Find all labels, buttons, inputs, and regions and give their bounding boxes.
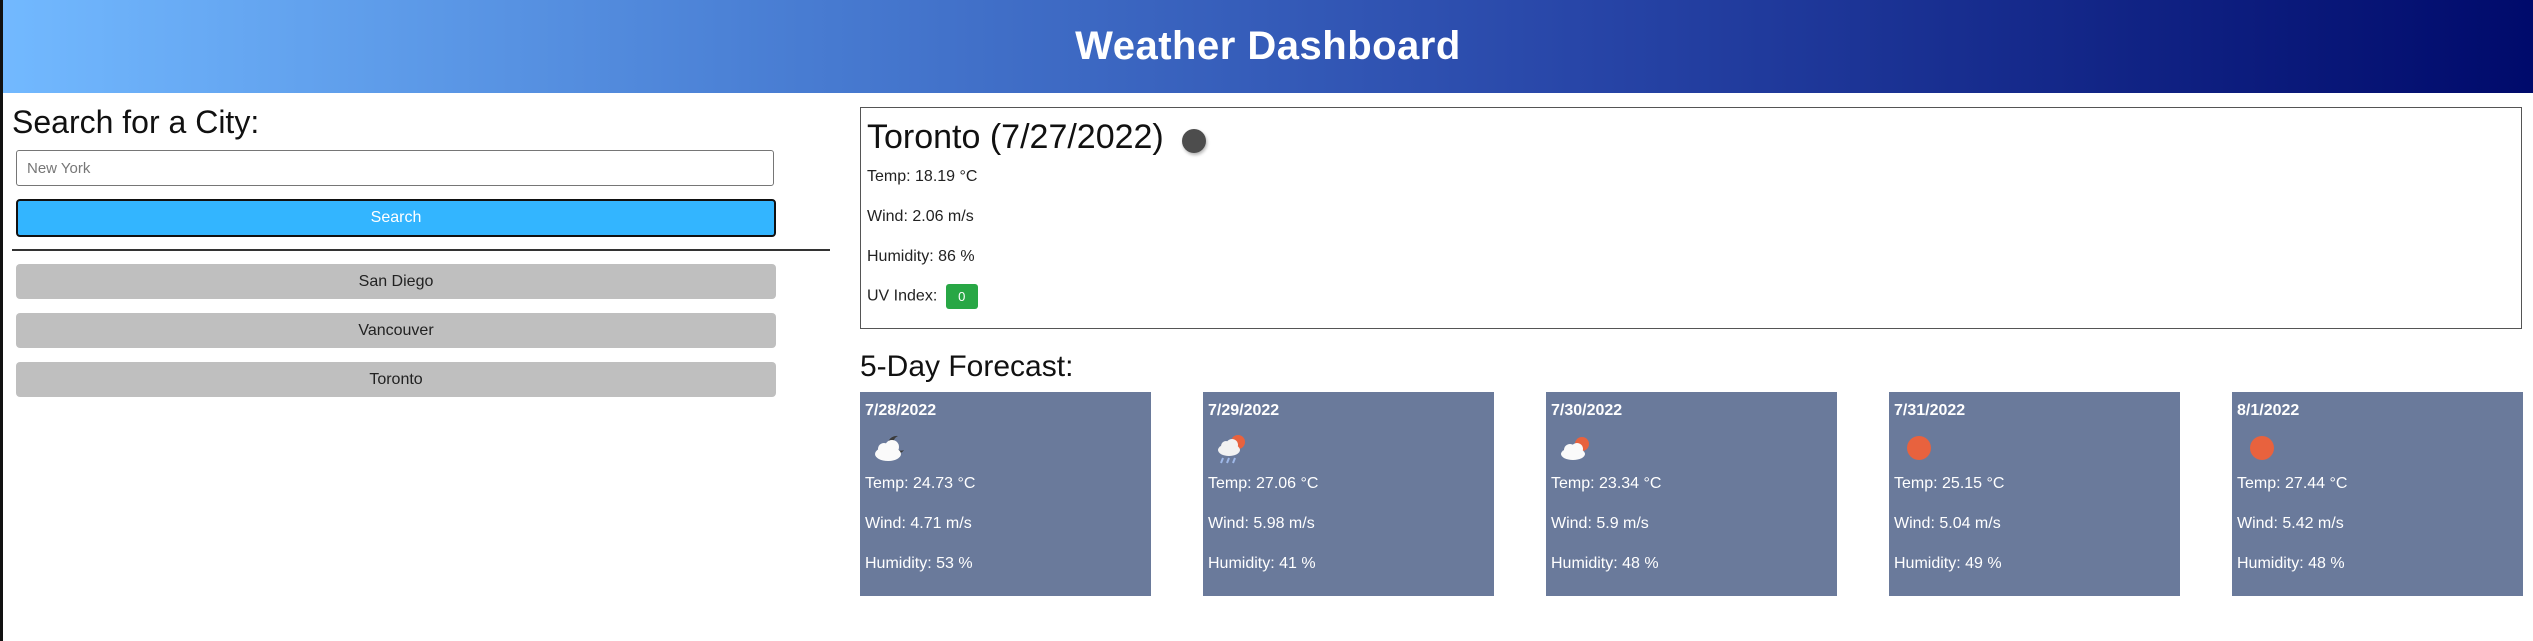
forecast-card: 7/31/2022 Temp: 25.15 °C Wind: 5.04 m/s … [1889,392,2180,596]
search-button[interactable]: Search [16,199,776,237]
forecast-card: 7/28/2022 Temp: 24.73 °C Wind: 4.71 m/s … [860,392,1151,596]
cloud-rain-sun-icon [1218,435,1245,464]
forecast-wind: Wind: 5.04 m/s [1894,515,2001,532]
forecast-humidity: Humidity: 48 % [2237,555,2345,572]
forecast-date: 7/31/2022 [1894,402,1966,419]
forecast-temp: Temp: 24.73 °C [865,475,976,492]
forecast-temp: Temp: 27.06 °C [1208,475,1319,492]
forecast-wind: Wind: 4.71 m/s [865,515,972,532]
current-temp: Temp: 18.19 °C [867,168,978,185]
forecast-humidity: Humidity: 49 % [1894,555,2002,572]
forecast-card: 8/1/2022 Temp: 27.44 °C Wind: 5.42 m/s H… [2232,392,2523,596]
cloud-sun-icon [1561,437,1589,460]
forecast-temp: Temp: 25.15 °C [1894,475,2005,492]
city-search-input[interactable] [16,150,774,186]
current-wind: Wind: 2.06 m/s [867,208,974,225]
history-button-toronto[interactable]: Toronto [16,362,776,397]
forecast-date: 7/30/2022 [1551,402,1623,419]
forecast-date: 7/28/2022 [865,402,937,419]
forecast-humidity: Humidity: 41 % [1208,555,1316,572]
forecast-temp: Temp: 23.34 °C [1551,475,1662,492]
cloudy-night-icon [875,435,904,461]
forecast-humidity: Humidity: 53 % [865,555,973,572]
sidebar-divider [12,249,830,251]
forecast-date: 7/29/2022 [1208,402,1280,419]
forecast-heading: 5-Day Forecast: [860,350,1074,383]
search-heading: Search for a City: [12,104,260,140]
window-edge [0,0,3,641]
uv-index-label: UV Index: [867,287,938,305]
current-weather-card: Toronto (7/27/2022) Temp: 18.19 °C Wind:… [860,107,2522,329]
forecast-wind: Wind: 5.42 m/s [2237,515,2344,532]
current-uv: UV Index: 0 [867,284,978,309]
sun-icon [1907,436,1931,460]
forecast-date: 8/1/2022 [2237,402,2300,419]
uv-index-badge: 0 [945,284,978,309]
forecast-card: 7/30/2022 Temp: 23.34 °C Wind: 5.9 m/s H… [1546,392,1837,596]
forecast-wind: Wind: 5.98 m/s [1208,515,1315,532]
app-header: Weather Dashboard [3,0,2533,93]
history-button-san-diego[interactable]: San Diego [16,264,776,299]
sun-icon [2250,436,2274,460]
search-sidebar: Search for a City: Search San Diego Vanc… [12,100,832,397]
current-humidity: Humidity: 86 % [867,248,975,265]
forecast-temp: Temp: 27.44 °C [2237,475,2348,492]
current-city-date: Toronto (7/27/2022) [867,117,1164,156]
forecast-wind: Wind: 5.9 m/s [1551,515,1649,532]
forecast-humidity: Humidity: 48 % [1551,555,1659,572]
page-title: Weather Dashboard [1075,24,1461,68]
history-button-vancouver[interactable]: Vancouver [16,313,776,348]
forecast-card: 7/29/2022 Temp: 27.06 °C Wind: 5.98 m/s … [1203,392,1494,596]
current-weather-header: Toronto (7/27/2022) [867,114,2515,160]
current-weather-icon [1181,129,1206,153]
